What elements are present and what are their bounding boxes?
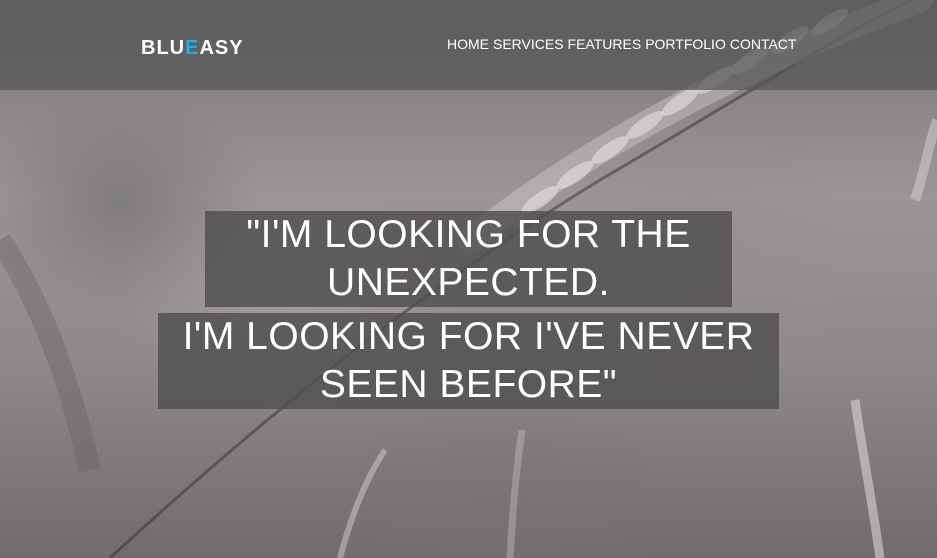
main-nav: HOME SERVICES FEATURES PORTFOLIO CONTACT — [447, 36, 796, 52]
nav-link-home[interactable]: HOME — [447, 36, 489, 52]
nav-link-features[interactable]: FEATURES — [568, 36, 642, 52]
hero-quote: "I'M LOOKING FOR THE UNEXPECTED. I'M LOO… — [0, 211, 937, 409]
top-navbar: BLUEASY HOME SERVICES FEATURES PORTFOLIO… — [0, 0, 937, 90]
brand-logo-part3: ASY — [199, 37, 244, 59]
brand-logo-part1: BLU — [141, 37, 186, 59]
hero-quote-line-1: "I'M LOOKING FOR THE UNEXPECTED. — [205, 211, 732, 307]
hero-quote-line-2: I'M LOOKING FOR I'VE NEVER SEEN BEFORE" — [158, 313, 779, 409]
brand-logo[interactable]: BLUEASY — [141, 36, 244, 60]
nav-link-contact[interactable]: CONTACT — [730, 36, 797, 52]
brand-logo-accent-letter: E — [185, 37, 200, 59]
nav-link-portfolio[interactable]: PORTFOLIO — [645, 36, 726, 52]
nav-link-services[interactable]: SERVICES — [493, 36, 564, 52]
